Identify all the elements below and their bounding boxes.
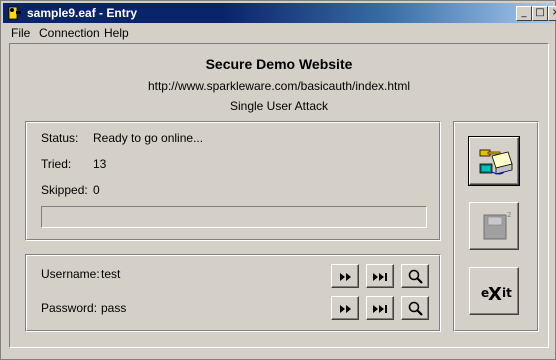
- main-panel: Secure Demo Website http://www.sparklewa…: [9, 43, 549, 348]
- window-title: sample9.eaf - Entry: [27, 6, 138, 20]
- password-value: pass: [101, 301, 127, 315]
- menu-connection[interactable]: Connection: [39, 26, 100, 40]
- svg-text:X: X: [488, 284, 502, 305]
- password-search-button[interactable]: [401, 296, 429, 320]
- status-value: Ready to go online...: [93, 131, 204, 145]
- disk-button[interactable]: 2: [469, 202, 519, 250]
- magnifier-icon: [408, 269, 423, 284]
- status-group: Status: Ready to go online... Tried: 13 …: [25, 121, 441, 241]
- disk-icon: 2: [483, 211, 511, 240]
- username-skip-button[interactable]: [366, 264, 394, 288]
- menu-help[interactable]: Help: [104, 26, 129, 40]
- username-value: test: [101, 267, 121, 281]
- action-group: 2 e X it eXit: [453, 121, 539, 332]
- exit-icon: e X it: [481, 284, 512, 305]
- skipped-label: Skipped:: [41, 183, 88, 197]
- site-url: http://www.sparkleware.com/basicauth/ind…: [147, 79, 411, 93]
- skipped-value: 0: [93, 183, 100, 197]
- progress-bar: [41, 206, 427, 228]
- username-play-button[interactable]: [331, 264, 359, 288]
- site-title: Secure Demo Website: [205, 56, 353, 72]
- skip-to-end-icon: [373, 305, 387, 313]
- tried-label: Tried:: [41, 157, 72, 171]
- skip-to-end-icon: [373, 273, 387, 281]
- password-label: Password:: [41, 301, 98, 315]
- magnifier-icon: [408, 301, 423, 316]
- tried-value: 13: [93, 157, 107, 171]
- menu-bar: File Connection Help: [3, 24, 553, 42]
- status-label: Status:: [41, 131, 79, 145]
- credentials-group: Username: test Password: pass: [25, 254, 441, 332]
- username-search-button[interactable]: [401, 264, 429, 288]
- app-key-icon: [8, 6, 21, 20]
- title-bar[interactable]: sample9.eaf - Entry _ □ ×: [3, 3, 556, 23]
- app-window: sample9.eaf - Entry _ □ × File Connectio…: [0, 0, 556, 360]
- close-button[interactable]: ×: [548, 6, 556, 21]
- start-attack-button[interactable]: [468, 136, 520, 186]
- exit-button[interactable]: e X it eXit: [469, 267, 519, 315]
- maximize-button[interactable]: □: [532, 6, 548, 21]
- svg-text:it: it: [502, 286, 512, 300]
- menu-file[interactable]: File: [11, 26, 30, 40]
- fast-forward-icon: [340, 273, 351, 281]
- password-play-button[interactable]: [331, 296, 359, 320]
- minimize-button[interactable]: _: [516, 6, 532, 21]
- username-label: Username:: [41, 267, 100, 281]
- fast-forward-icon: [340, 305, 351, 313]
- attack-mode: Single User Attack: [229, 99, 329, 113]
- keys-computer-icon: [479, 149, 513, 175]
- svg-text:2: 2: [507, 211, 511, 219]
- password-skip-button[interactable]: [366, 296, 394, 320]
